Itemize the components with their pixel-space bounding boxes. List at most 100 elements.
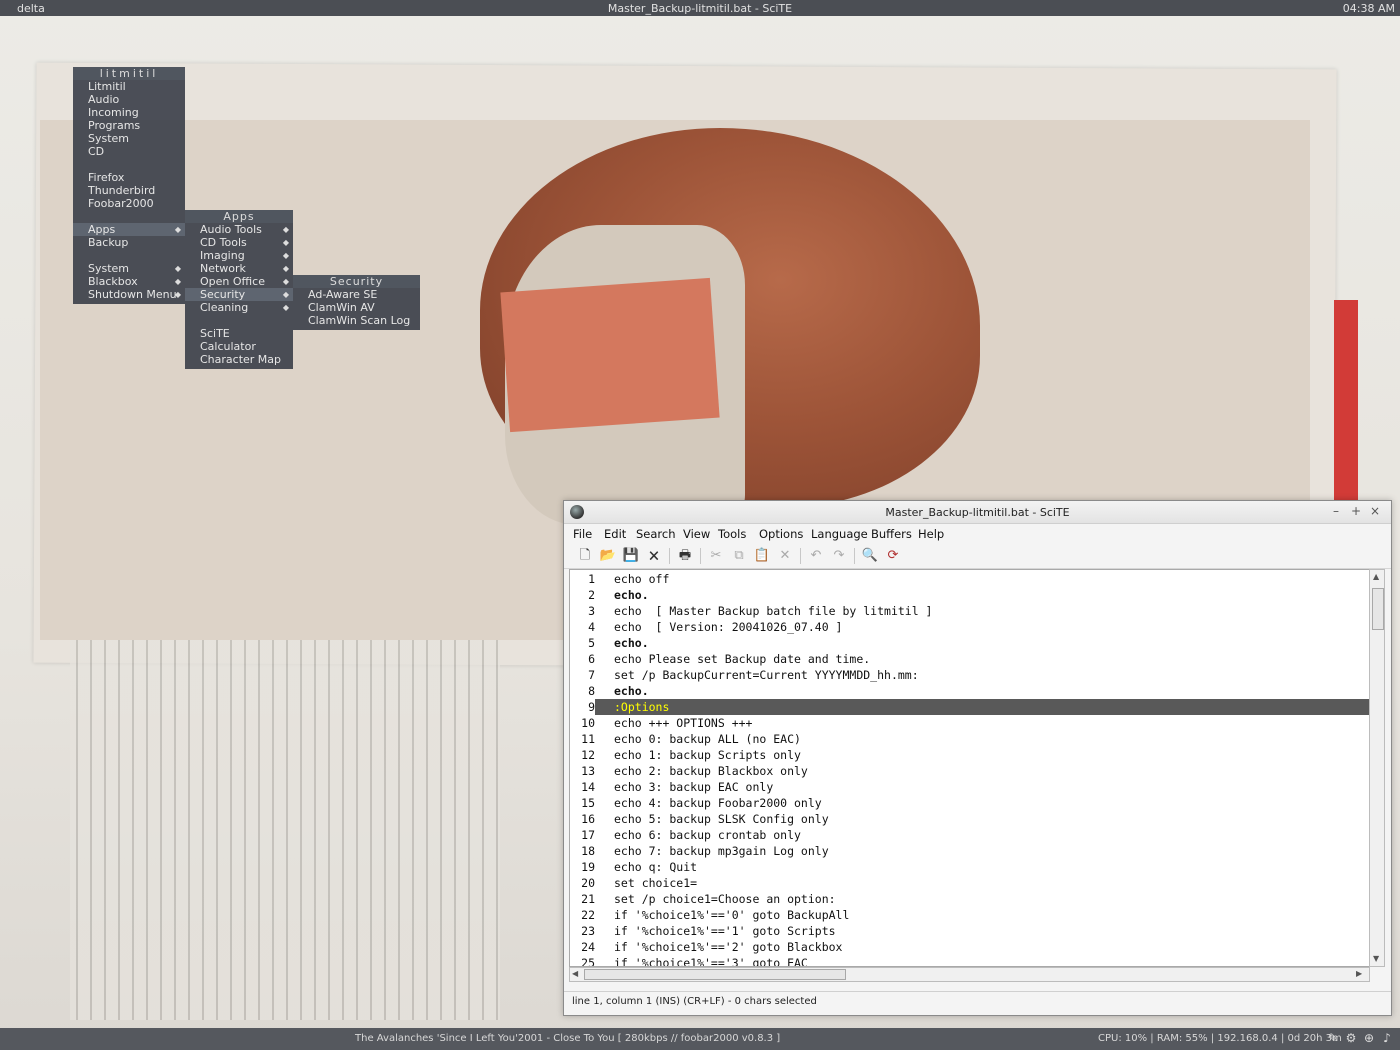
code-line[interactable]: 2 echo. [570, 587, 1369, 603]
code-line[interactable]: 4 echo [ Version: 20041026_07.40 ] [570, 619, 1369, 635]
code-line[interactable]: 8 echo. [570, 683, 1369, 699]
horizontal-scrollbar[interactable]: ◀ ▶ [569, 967, 1370, 982]
menu-options[interactable]: Options [759, 527, 803, 541]
scroll-right-icon[interactable]: ▶ [1356, 969, 1362, 978]
line-number[interactable]: 11 [570, 731, 595, 747]
line-number[interactable]: 18 [570, 843, 595, 859]
scroll-down-icon[interactable]: ▼ [1373, 954, 1379, 963]
line-number[interactable]: 5 [570, 635, 595, 651]
menu-item-foobar2000[interactable]: Foobar2000 [73, 197, 185, 210]
copy-icon[interactable]: ⧉ [730, 547, 748, 565]
scroll-left-icon[interactable]: ◀ [572, 969, 578, 978]
menu-item-backup[interactable]: Backup [73, 236, 185, 249]
menu-item-cleaning[interactable]: Cleaning ◆ [185, 301, 293, 314]
open-folder-icon[interactable]: 📂 [599, 547, 617, 565]
line-number[interactable]: 3 [570, 603, 595, 619]
menu-item-system-folder[interactable]: System [73, 132, 185, 145]
now-playing-text[interactable]: The Avalanches 'Since I Left You'2001 - … [355, 1033, 780, 1044]
menu-language[interactable]: Language [811, 527, 868, 541]
line-number[interactable]: 24 [570, 939, 595, 955]
menu-buffers[interactable]: Buffers [871, 527, 912, 541]
menu-item-litmitil[interactable]: Litmitil [73, 80, 185, 93]
menu-item-programs[interactable]: Programs [73, 119, 185, 132]
line-number[interactable]: 8 [570, 683, 595, 699]
code-line[interactable]: 21 set /p choice1=Choose an option: [570, 891, 1369, 907]
code-line[interactable]: 18 echo 7: backup mp3gain Log only [570, 843, 1369, 859]
close-icon[interactable]: × [1368, 504, 1382, 518]
menu-item-calculator[interactable]: Calculator [185, 340, 293, 353]
menu-item-audio[interactable]: Audio [73, 93, 185, 106]
menu-item-system[interactable]: System ◆ [73, 262, 185, 275]
tray-antivirus-icon[interactable]: ⚙ [1344, 1031, 1358, 1045]
code-line[interactable]: 9:Options [570, 699, 1369, 715]
delete-icon[interactable]: ✕ [776, 547, 794, 565]
code-line[interactable]: 16 echo 5: backup SLSK Config only [570, 811, 1369, 827]
menu-item-imaging[interactable]: Imaging ◆ [185, 249, 293, 262]
line-number[interactable]: 25 [570, 955, 595, 966]
menu-view[interactable]: View [683, 527, 710, 541]
line-number[interactable]: 19 [570, 859, 595, 875]
scroll-up-icon[interactable]: ▲ [1373, 572, 1379, 581]
menu-item-shutdown[interactable]: Shutdown Menu ◆ [73, 288, 185, 301]
code-line[interactable]: 10 echo +++ OPTIONS +++ [570, 715, 1369, 731]
line-number[interactable]: 20 [570, 875, 595, 891]
code-line[interactable]: 12 echo 1: backup Scripts only [570, 747, 1369, 763]
menu-item-cd-tools[interactable]: CD Tools ◆ [185, 236, 293, 249]
horizontal-scroll-thumb[interactable] [584, 969, 846, 980]
line-number[interactable]: 22 [570, 907, 595, 923]
code-line[interactable]: 3 echo [ Master Backup batch file by litm… [570, 603, 1369, 619]
line-number[interactable]: 4 [570, 619, 595, 635]
menu-search[interactable]: Search [636, 527, 676, 541]
line-number[interactable]: 17 [570, 827, 595, 843]
menu-item-clamwin-av[interactable]: ClamWin AV [293, 301, 420, 314]
line-number[interactable]: 21 [570, 891, 595, 907]
menu-file[interactable]: File [573, 527, 592, 541]
code-line[interactable]: 1 echo off [570, 571, 1369, 587]
menu-item-incoming[interactable]: Incoming [73, 106, 185, 119]
line-number[interactable]: 16 [570, 811, 595, 827]
code-line[interactable]: 14 echo 3: backup EAC only [570, 779, 1369, 795]
code-line[interactable]: 17 echo 6: backup crontab only [570, 827, 1369, 843]
line-number[interactable]: 23 [570, 923, 595, 939]
menu-item-blackbox[interactable]: Blackbox ◆ [73, 275, 185, 288]
find-icon[interactable]: 🔍 [861, 547, 879, 565]
menu-item-security[interactable]: Security ◆ [185, 288, 293, 301]
close-file-icon[interactable]: 🗙 [645, 547, 663, 565]
code-line[interactable]: 11 echo 0: backup ALL (no EAC) [570, 731, 1369, 747]
menu-item-thunderbird[interactable]: Thunderbird [73, 184, 185, 197]
code-line[interactable]: 23 if '%choice1%'=='1' goto Scripts [570, 923, 1369, 939]
menu-item-scite[interactable]: SciTE [185, 327, 293, 340]
menu-item-firefox[interactable]: Firefox [73, 171, 185, 184]
menu-tools[interactable]: Tools [718, 527, 746, 541]
menu-item-audio-tools[interactable]: Audio Tools ◆ [185, 223, 293, 236]
line-number[interactable]: 14 [570, 779, 595, 795]
code-line[interactable]: 25 if '%choice1%'=='3' goto EAC [570, 955, 1369, 966]
vertical-scrollbar[interactable]: ▲ ▼ [1369, 569, 1385, 967]
menu-item-apps[interactable]: Apps ◆ [73, 223, 185, 236]
vertical-scroll-thumb[interactable] [1372, 588, 1384, 630]
code-line[interactable]: 6 echo Please set Backup date and time. [570, 651, 1369, 667]
tray-app-icon[interactable]: ✎ [1326, 1031, 1340, 1045]
line-number[interactable]: 12 [570, 747, 595, 763]
code-line[interactable]: 5 echo. [570, 635, 1369, 651]
redo-icon[interactable]: ↷ [830, 547, 848, 565]
code-line[interactable]: 13 echo 2: backup Blackbox only [570, 763, 1369, 779]
code-line[interactable]: 22 if '%choice1%'=='0' goto BackupAll [570, 907, 1369, 923]
line-number[interactable]: 2 [570, 587, 595, 603]
scite-titlebar[interactable]: Master_Backup-litmitil.bat - SciTE – + × [564, 501, 1391, 524]
menu-item-cd[interactable]: CD [73, 145, 185, 158]
menu-item-network[interactable]: Network ◆ [185, 262, 293, 275]
menu-item-ad-aware[interactable]: Ad-Aware SE [293, 288, 420, 301]
code-line[interactable]: 24 if '%choice1%'=='2' goto Blackbox [570, 939, 1369, 955]
menu-item-character-map[interactable]: Character Map [185, 353, 293, 366]
code-line[interactable]: 15 echo 4: backup Foobar2000 only [570, 795, 1369, 811]
line-number[interactable]: 1 [570, 571, 595, 587]
undo-icon[interactable]: ↶ [807, 547, 825, 565]
cut-icon[interactable]: ✂ [707, 547, 725, 565]
menu-item-open-office[interactable]: Open Office ◆ [185, 275, 293, 288]
line-number[interactable]: 7 [570, 667, 595, 683]
line-number[interactable]: 13 [570, 763, 595, 779]
save-icon[interactable]: 💾 [622, 547, 640, 565]
line-number[interactable]: 10 [570, 715, 595, 731]
line-number[interactable]: 15 [570, 795, 595, 811]
